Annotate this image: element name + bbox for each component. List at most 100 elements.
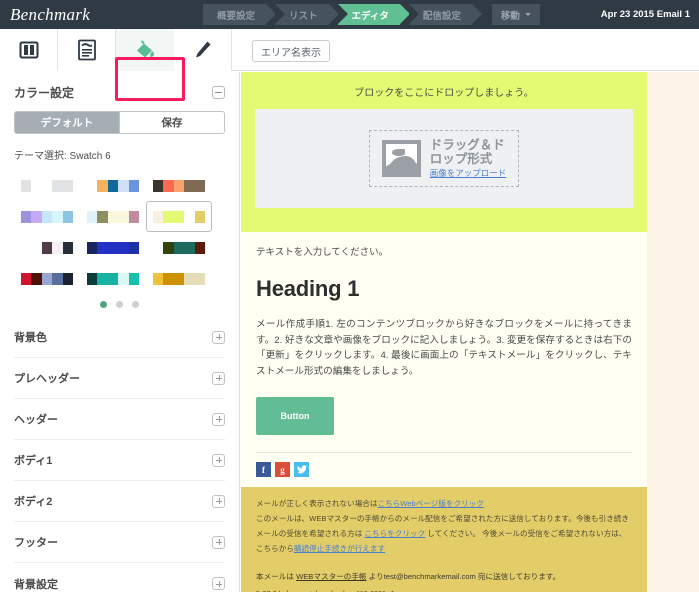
preheader-section[interactable]: ブロックをここにドロップしましょう。 ドラッグ＆ド ロップ形式 画像をアップロー… <box>241 72 647 232</box>
section-row-7[interactable]: 背景設定 <box>14 563 225 592</box>
section-row-5[interactable]: ボディ2 <box>14 481 225 522</box>
twitter-icon[interactable] <box>294 462 309 478</box>
hero-image-block[interactable]: ドラッグ＆ド ロップ形式 画像をアップロード <box>255 109 633 208</box>
swatch-pager <box>0 301 239 308</box>
image-dropzone[interactable]: ドラッグ＆ド ロップ形式 画像をアップロード <box>368 129 520 188</box>
swatch-colors <box>20 241 74 254</box>
swatch-color-1 <box>86 210 98 223</box>
body-paragraph[interactable]: メール作成手順1. 左のコンテンツブロックから好きなブロックをメールに持ってきま… <box>256 317 632 379</box>
facebook-icon[interactable]: f <box>256 462 271 478</box>
swatch-option-8[interactable] <box>80 232 146 263</box>
swatch-color-5 <box>62 210 74 223</box>
swatch-color-2 <box>163 210 174 223</box>
campaign-name: Apr 23 2015 Email 1 <box>600 9 690 20</box>
plus-icon[interactable] <box>212 453 225 467</box>
swatch-color-3 <box>173 210 185 223</box>
section-row-3[interactable]: ヘッダー <box>14 399 225 440</box>
swatch-color-3 <box>41 241 53 254</box>
step-label: 配信設定 <box>422 10 461 22</box>
tool-layout[interactable] <box>0 29 58 71</box>
swatch-color-5 <box>62 272 74 285</box>
swatch-option-9[interactable] <box>146 232 212 263</box>
email-canvas[interactable]: ブロックをここにドロップしましょう。 ドラッグ＆ド ロップ形式 画像をアップロー… <box>241 72 699 592</box>
sender-name-link[interactable]: WEBマスターの手帳 <box>296 572 366 581</box>
swatch-option-7[interactable] <box>14 232 80 263</box>
body-section[interactable]: テキストを入力してください。 Heading 1 メール作成手順1. 左のコンテ… <box>241 232 647 478</box>
swatch-color-5 <box>128 210 140 223</box>
pager-dot-3[interactable] <box>132 301 139 308</box>
swatch-color-5 <box>194 272 206 285</box>
swatch-color-1 <box>152 272 164 285</box>
subscribe-link[interactable]: こちらをクリック <box>364 529 425 538</box>
collapse-panel-button[interactable] <box>212 86 225 99</box>
swatch-option-10[interactable] <box>14 263 80 294</box>
plus-icon[interactable] <box>212 577 225 590</box>
move-dropdown[interactable]: 移動 <box>491 4 540 25</box>
section-label: ボディ1 <box>14 455 53 467</box>
swatch-color-3 <box>173 241 185 254</box>
web-version-link[interactable]: こちらWebページ版をクリック <box>378 499 484 508</box>
google-plus-icon[interactable]: g <box>275 462 290 478</box>
wizard-steps: 概要設定 リスト エディタ 配信設定 移動 <box>203 4 540 25</box>
step-editor[interactable]: エディタ <box>337 4 411 25</box>
plus-icon[interactable] <box>212 535 225 549</box>
swatch-color-4 <box>118 272 129 285</box>
content-block-icon <box>77 39 96 61</box>
swatch-colors <box>20 272 74 285</box>
swatch-colors <box>86 241 140 254</box>
tab-saved[interactable]: 保存 <box>119 112 224 133</box>
swatch-color-2 <box>97 210 108 223</box>
swatch-color-1 <box>20 272 32 285</box>
swatch-color-2 <box>163 272 174 285</box>
section-row-4[interactable]: ボディ1 <box>14 440 225 481</box>
step-label: 概要設定 <box>217 10 256 22</box>
hill-front-shape <box>385 160 417 173</box>
swatch-colors <box>152 272 206 285</box>
swatch-color-5 <box>128 272 140 285</box>
show-area-names-button[interactable]: エリア名表示 <box>252 40 330 62</box>
tab-default[interactable]: デフォルト <box>15 112 119 133</box>
pager-dot-2[interactable] <box>116 301 123 308</box>
email-template: ブロックをここにドロップしましょう。 ドラッグ＆ド ロップ形式 画像をアップロー… <box>241 72 647 592</box>
section-row-1[interactable]: 背景色 <box>14 317 225 358</box>
swatch-colors <box>20 179 74 192</box>
cta-button[interactable]: Button <box>256 397 334 436</box>
swatch-color-4 <box>52 179 63 192</box>
step-overview[interactable]: 概要設定 <box>203 4 277 25</box>
pager-dot-1[interactable] <box>100 301 107 308</box>
plus-icon[interactable] <box>212 494 225 508</box>
swatch-color-4 <box>184 179 195 192</box>
swatch-option-11[interactable] <box>80 263 146 294</box>
step-delivery[interactable]: 配信設定 <box>408 4 482 25</box>
heading-1[interactable]: Heading 1 <box>256 276 632 302</box>
step-list[interactable]: リスト <box>275 4 338 25</box>
upload-image-link[interactable]: 画像をアップロード <box>430 169 507 179</box>
swatch-option-12[interactable] <box>146 263 212 294</box>
swatch-option-1[interactable] <box>14 170 80 201</box>
swatch-option-2[interactable] <box>80 170 146 201</box>
footer-section[interactable]: メールが正しく表示されない場合はこちらWebページ版をクリック このメールは、W… <box>241 487 647 592</box>
swatch-option-4[interactable] <box>14 201 80 232</box>
tool-color-settings[interactable] <box>116 29 174 71</box>
swatch-color-4 <box>52 272 63 285</box>
swatch-color-3 <box>41 272 53 285</box>
swatch-option-3[interactable] <box>146 170 212 201</box>
section-row-2[interactable]: プレヘッダー <box>14 358 225 399</box>
swatch-option-6[interactable] <box>146 201 212 232</box>
tool-content-blocks[interactable] <box>58 29 116 71</box>
swatch-color-1 <box>152 210 164 223</box>
swatch-color-4 <box>184 210 195 223</box>
swatch-color-2 <box>97 241 108 254</box>
swatch-colors <box>152 179 206 192</box>
plus-icon[interactable] <box>212 371 225 385</box>
swatch-colors <box>86 210 140 223</box>
unsubscribe-link[interactable]: 購読停止手続きが行えます <box>294 544 385 553</box>
swatch-option-5[interactable] <box>80 201 146 232</box>
plus-icon[interactable] <box>212 412 225 426</box>
brand-logo[interactable]: Benchmark <box>10 5 90 25</box>
section-label: 背景設定 <box>14 578 58 591</box>
tool-edit[interactable] <box>174 29 232 71</box>
plus-icon[interactable] <box>212 330 225 344</box>
swatch-color-3 <box>173 272 185 285</box>
section-row-6[interactable]: フッター <box>14 522 225 563</box>
